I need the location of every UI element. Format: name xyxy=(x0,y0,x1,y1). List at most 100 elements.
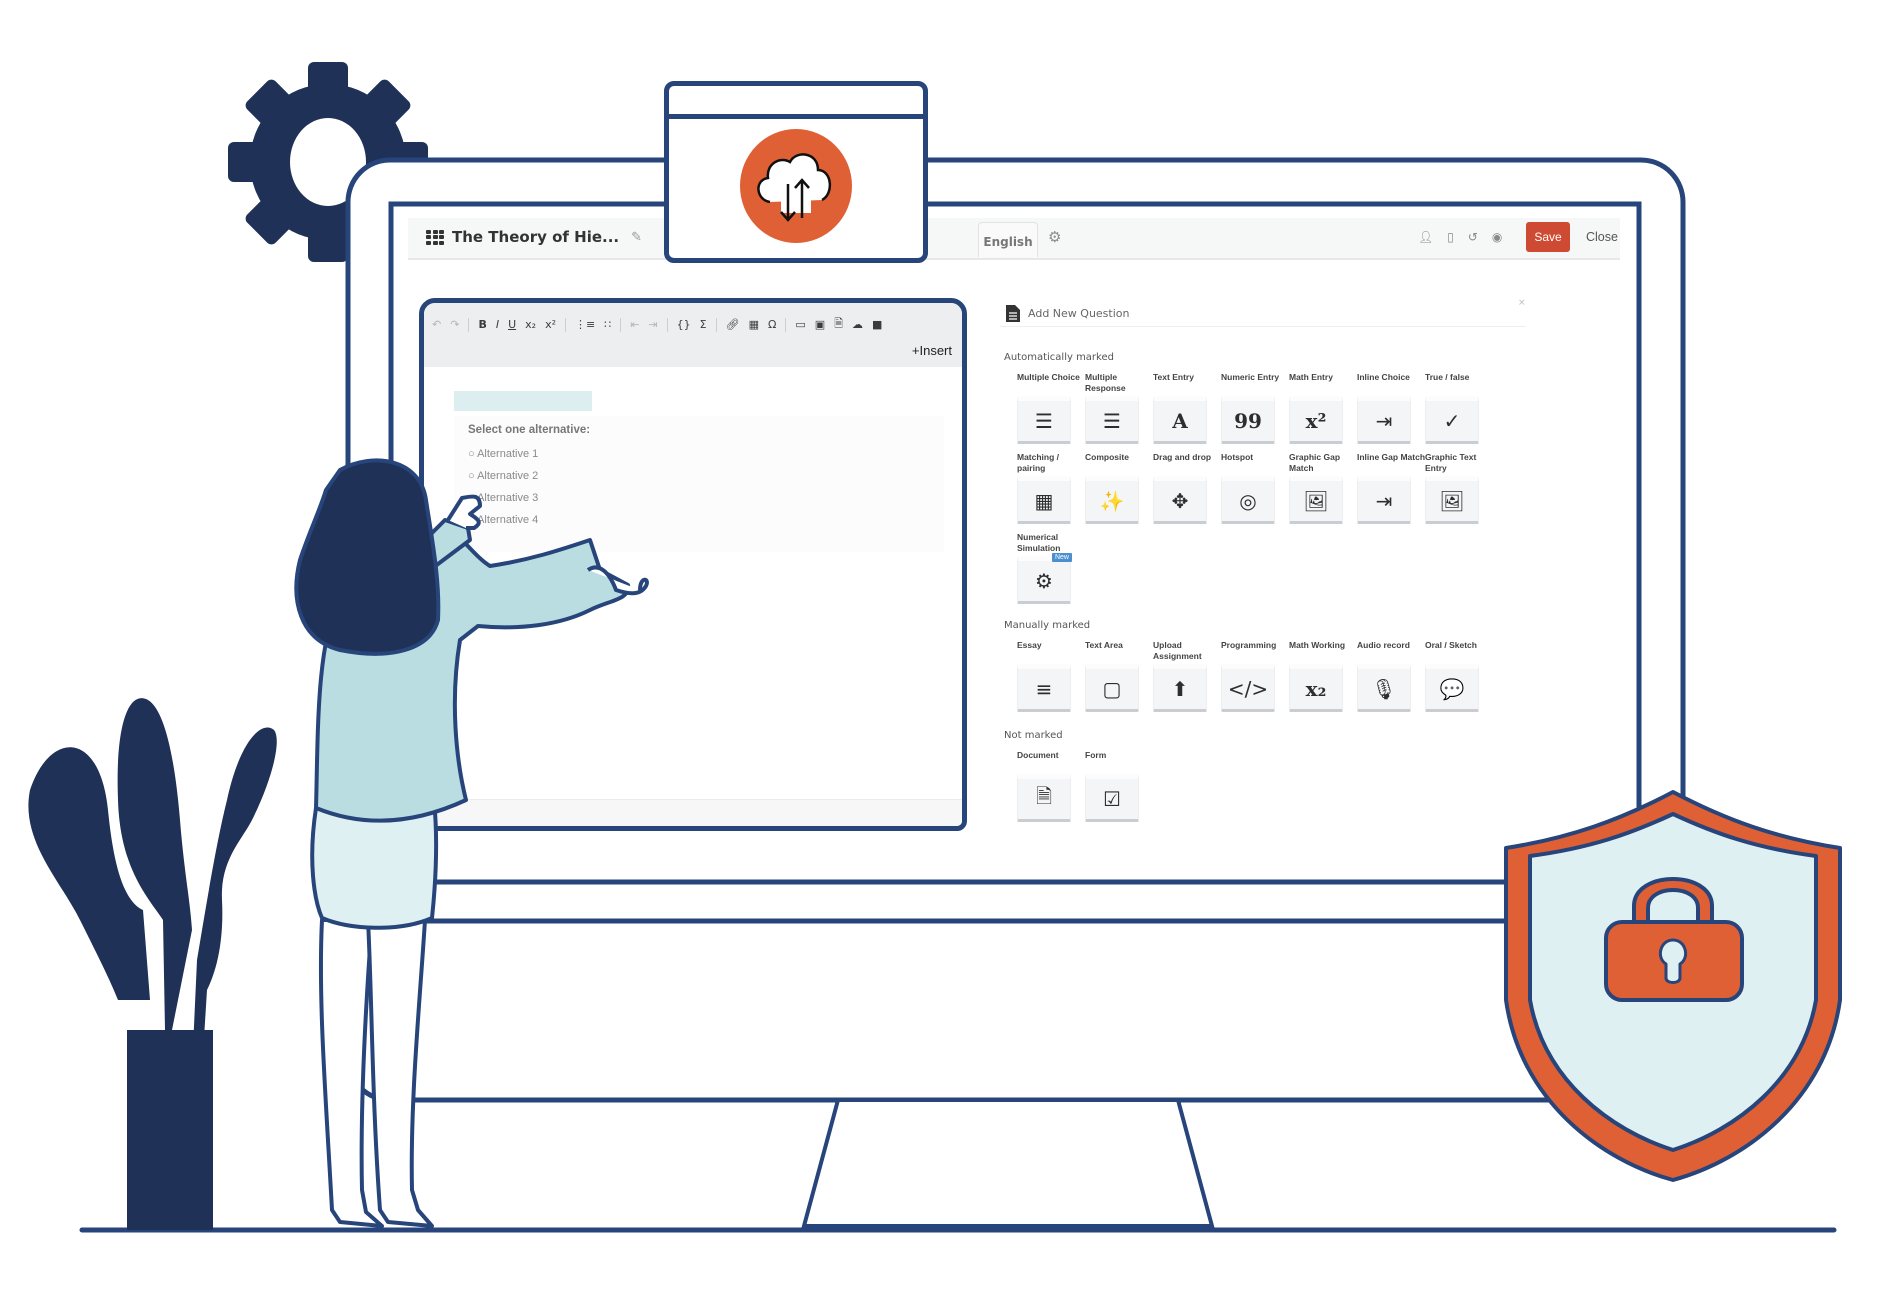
question-type-oral-sketch[interactable]: Oral / Sketch 💬 xyxy=(1425,640,1493,712)
user-icon[interactable]: 👤︎ xyxy=(1418,230,1433,244)
alternative-option[interactable]: ○ Alternative 2 xyxy=(468,470,538,482)
cloud-icon[interactable]: ☁ xyxy=(852,318,863,331)
ordered-list-icon[interactable]: ⋮≡ xyxy=(575,318,595,331)
edit-pencil-icon[interactable]: ✎ xyxy=(631,230,642,245)
language-settings-gear-icon[interactable]: ⚙ xyxy=(1048,228,1061,246)
close-button[interactable]: Close xyxy=(1586,222,1618,252)
history-icon[interactable]: ↺ xyxy=(1468,230,1478,244)
question-title-field[interactable] xyxy=(454,391,592,411)
close-panel-icon[interactable]: × xyxy=(1518,298,1526,308)
question-type-graphic-gap-match[interactable]: Graphic Gap Match 🖼 xyxy=(1289,452,1357,524)
question-type-label: Graphic Gap Match xyxy=(1289,452,1341,473)
question-type-true-false[interactable]: True / false ✓ xyxy=(1425,372,1493,444)
alternative-option[interactable]: ○ Alternative 4 xyxy=(468,514,538,526)
question-type-label: Form xyxy=(1085,750,1107,760)
question-type-inline-choice[interactable]: Inline Choice ⇥ xyxy=(1357,372,1425,444)
mobile-icon[interactable]: ▯ xyxy=(1447,230,1454,244)
question-type-form[interactable]: Form ☑ xyxy=(1085,750,1153,822)
question-type-document[interactable]: Document 🗎 xyxy=(1017,750,1085,822)
pdf-icon[interactable]: 🗎 xyxy=(834,315,843,334)
question-type-label: Audio record xyxy=(1357,640,1410,650)
bold-icon[interactable]: B xyxy=(478,318,486,331)
preview-eye-icon[interactable]: ◉ xyxy=(1492,230,1502,244)
question-type-button[interactable]: ✨ xyxy=(1085,476,1139,524)
checkbox-icon: ☑ xyxy=(1103,787,1121,811)
question-type-button[interactable]: ✓ xyxy=(1425,396,1479,444)
question-type-button[interactable]: ⚙ New xyxy=(1017,553,1072,604)
question-type-button[interactable]: ≡ xyxy=(1017,664,1071,712)
question-type-button[interactable]: 🎙 xyxy=(1357,664,1411,712)
question-type-drag-and-drop[interactable]: Drag and drop ✥ xyxy=(1153,452,1221,524)
question-type-multiple-choice[interactable]: Multiple Choice ☰ xyxy=(1017,372,1085,444)
question-type-essay[interactable]: Essay ≡ xyxy=(1017,640,1085,712)
question-type-multiple-response[interactable]: Multiple Response ☰ xyxy=(1085,372,1153,444)
question-type-button[interactable]: ✥ xyxy=(1153,476,1207,524)
question-type-button[interactable]: 💬 xyxy=(1425,664,1479,712)
code-braces-icon[interactable]: {} xyxy=(677,318,691,331)
question-type-button[interactable]: ⇥ xyxy=(1357,476,1411,524)
video-icon[interactable]: ■ xyxy=(872,318,882,331)
question-type-button[interactable]: ▢ xyxy=(1085,664,1139,712)
question-type-numerical-simulation[interactable]: Numerical Simulation ⚙ New xyxy=(1017,532,1085,604)
alternative-option[interactable]: ○ Alternative 3 xyxy=(468,492,538,504)
question-type-label: Oral / Sketch xyxy=(1425,640,1477,650)
question-type-text-area[interactable]: Text Area ▢ xyxy=(1085,640,1153,712)
question-type-button[interactable]: A xyxy=(1153,396,1207,444)
question-type-upload-assignment[interactable]: Upload Assignment ⬆ xyxy=(1153,640,1221,712)
table-icon[interactable]: ▦ xyxy=(749,318,759,331)
question-type-programming[interactable]: Programming </> xyxy=(1221,640,1289,712)
save-button[interactable]: Save xyxy=(1526,222,1570,252)
question-type-math-working[interactable]: Math Working x₂ xyxy=(1289,640,1357,712)
media-link-icon[interactable]: ▭ xyxy=(795,318,805,331)
document-icon: 🗎 xyxy=(1035,784,1053,808)
question-type-button[interactable]: 99 xyxy=(1221,396,1275,444)
tab-language-english[interactable]: English xyxy=(978,222,1038,257)
question-type-button[interactable]: ☰ xyxy=(1085,396,1139,444)
superscript-icon: x² xyxy=(1305,409,1327,433)
question-type-hotspot[interactable]: Hotspot ◎ xyxy=(1221,452,1289,524)
question-type-graphic-text-entry[interactable]: Graphic Text Entry 🖼 xyxy=(1425,452,1493,524)
sigma-icon[interactable]: Σ xyxy=(700,318,707,331)
question-type-button[interactable]: 🖼 xyxy=(1289,476,1343,524)
redo-icon[interactable]: ↷ xyxy=(450,318,459,331)
question-type-math-entry[interactable]: Math Entry x² xyxy=(1289,372,1357,444)
outdent-icon[interactable]: ⇤ xyxy=(630,318,639,331)
question-type-button[interactable]: ◎ xyxy=(1221,476,1275,524)
omega-icon[interactable]: Ω xyxy=(768,318,776,331)
question-type-button[interactable]: ⬆ xyxy=(1153,664,1207,712)
question-type-button[interactable]: </> xyxy=(1221,664,1275,712)
unordered-list-icon[interactable]: ∷ xyxy=(604,318,611,331)
question-type-button[interactable]: 🖼 xyxy=(1425,476,1479,524)
link-icon[interactable]: 🔗︎ xyxy=(726,318,740,331)
insert-button[interactable]: +Insert xyxy=(912,343,952,358)
question-type-button[interactable]: x² xyxy=(1289,396,1343,444)
question-type-inline-gap-match[interactable]: Inline Gap Match ⇥ xyxy=(1357,452,1425,524)
indent-icon[interactable]: ⇥ xyxy=(648,318,657,331)
superscript-icon[interactable]: x² xyxy=(545,318,556,331)
question-type-label: Inline Choice xyxy=(1357,372,1410,382)
question-type-numeric-entry[interactable]: Numeric Entry 99 xyxy=(1221,372,1289,444)
document-title[interactable]: The Theory of Hie... ✎ xyxy=(426,228,642,246)
italic-icon[interactable]: I xyxy=(496,318,499,331)
apps-grid-icon[interactable] xyxy=(426,229,444,245)
microphone-icon: 🎙 xyxy=(1371,677,1397,701)
question-type-button[interactable]: 🗎 xyxy=(1017,774,1071,822)
question-type-button[interactable]: ⇥ xyxy=(1357,396,1411,444)
underline-icon[interactable]: U xyxy=(508,318,516,331)
alternative-option[interactable]: ○ Alternative 1 xyxy=(468,448,538,460)
question-type-audio-record[interactable]: Audio record 🎙 xyxy=(1357,640,1425,712)
question-type-button[interactable]: ▦ xyxy=(1017,476,1071,524)
subscript-icon[interactable]: x₂ xyxy=(525,318,536,331)
question-type-button[interactable]: x₂ xyxy=(1289,664,1343,712)
question-type-label: Composite xyxy=(1085,452,1129,462)
question-type-matching-pairing[interactable]: Matching / pairing ▦ xyxy=(1017,452,1085,524)
question-type-button[interactable]: ☰ xyxy=(1017,396,1071,444)
image-icon[interactable]: ▣ xyxy=(815,318,825,331)
question-editor: ↶ ↷ B I U x₂ x² ⋮≡ ∷ ⇤ ⇥ {} Σ 🔗︎ ▦ Ω ▭ ▣… xyxy=(419,298,967,831)
undo-icon[interactable]: ↶ xyxy=(432,318,441,331)
app-header: The Theory of Hie... ✎ English ⚙ 👤︎ ▯ ↺ … xyxy=(408,218,1620,260)
question-type-composite[interactable]: Composite ✨ xyxy=(1085,452,1153,524)
new-badge: New xyxy=(1051,553,1072,562)
question-type-text-entry[interactable]: Text Entry A xyxy=(1153,372,1221,444)
question-type-button[interactable]: ☑ xyxy=(1085,774,1139,822)
